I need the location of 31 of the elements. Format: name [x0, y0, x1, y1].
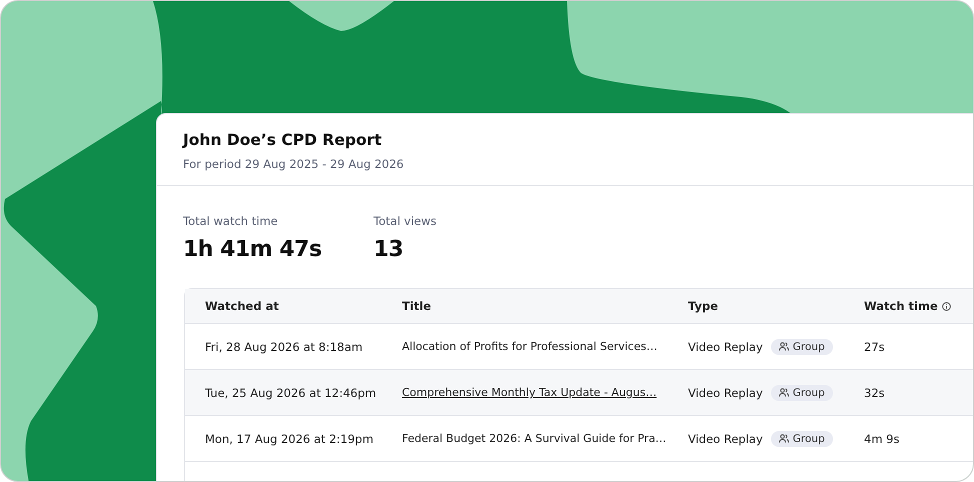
watch-time-cell-text: 4m 9s: [863, 432, 900, 446]
watched-at-cell-text: Tue, 25 Aug 2026 at 12:46pm: [204, 386, 378, 400]
stat-label: Total views: [374, 214, 437, 228]
title-link[interactable]: Federal Budget 2026: A Survival Guide for Pra…: [394, 432, 673, 445]
title-link[interactable]: Allocation of Profits for Professional Services…: [394, 340, 673, 353]
report-period: For period 29 Aug 2025 - 29 Aug 2026: [183, 157, 405, 171]
type-cell: Video Replay: [688, 340, 763, 354]
type-cell: Video Replay: [688, 386, 763, 400]
column-header: Type: [688, 299, 718, 313]
stat-value: 1h 41m 47s: [183, 237, 322, 262]
people-icon: [778, 388, 789, 397]
column-header: Watched at: [205, 299, 279, 313]
watched-at-cell-text: Mon, 17 Aug 2026 at 2:19pm: [204, 432, 374, 446]
watch-time-cell-text: 27s: [863, 340, 886, 354]
title-link[interactable]: Comprehensive Monthly Tax Update - Augus…: [394, 386, 673, 399]
stat-label: Total watch time: [183, 214, 279, 228]
group-badge: Group: [770, 430, 833, 446]
people-icon: [778, 342, 789, 351]
info-icon: [942, 302, 951, 310]
people-icon: [778, 434, 789, 443]
type-cell: Video Replay: [688, 432, 763, 446]
stat-value: 13: [374, 237, 404, 262]
table-row[interactable]: Tue, 25 Aug 2026 at 12:46pm Comprehensive Monthly Tax Update - Augus… Video Replay Group 32s: [185, 370, 973, 416]
watch-time-cell-text: 32s: [863, 386, 886, 400]
column-header: Watch time: [864, 299, 938, 313]
group-badge: Group: [770, 338, 833, 354]
watched-at-cell-text: Fri, 28 Aug 2026 at 8:18am: [204, 340, 364, 354]
report-title: John Doe’s CPD Report: [183, 131, 383, 149]
group-badge: Group: [770, 384, 833, 400]
table-row[interactable]: Mon, 17 Aug 2026 at 2:19pm Federal Budget 2026: A Survival Guide for Pra… Video Replay Group 4m 9s: [185, 416, 973, 462]
column-header: Title: [402, 299, 432, 313]
